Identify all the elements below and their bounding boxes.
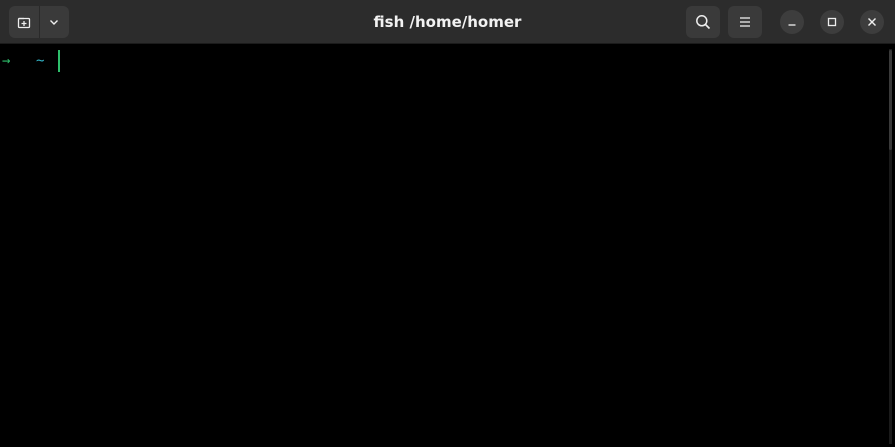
hamburger-menu-icon [740, 17, 750, 27]
search-button[interactable] [686, 6, 720, 38]
close-button[interactable] [860, 10, 884, 34]
prompt-directory: ~ [36, 53, 45, 69]
tab-menu-dropdown-button[interactable] [40, 6, 70, 38]
prompt-arrow: → [2, 53, 11, 69]
search-icon [696, 15, 711, 30]
main-menu-button[interactable] [728, 6, 762, 38]
minimize-icon [788, 24, 796, 26]
minimize-button[interactable] [780, 10, 804, 34]
scrollbar-thumb[interactable] [889, 50, 892, 150]
new-tab-icon [17, 17, 30, 29]
close-icon [868, 18, 876, 26]
text-cursor [58, 50, 60, 72]
prompt-line: → ~ [2, 50, 60, 72]
header-bar: fish /home/homer [0, 0, 895, 44]
new-tab-button[interactable] [9, 6, 39, 38]
terminal-window: fish /home/homer → ~ [0, 0, 895, 447]
chevron-down-icon [50, 20, 59, 25]
maximize-button[interactable] [820, 10, 844, 34]
terminal-area[interactable]: → ~ [0, 45, 895, 447]
new-tab-split-button [9, 6, 69, 38]
maximize-icon [827, 17, 837, 27]
